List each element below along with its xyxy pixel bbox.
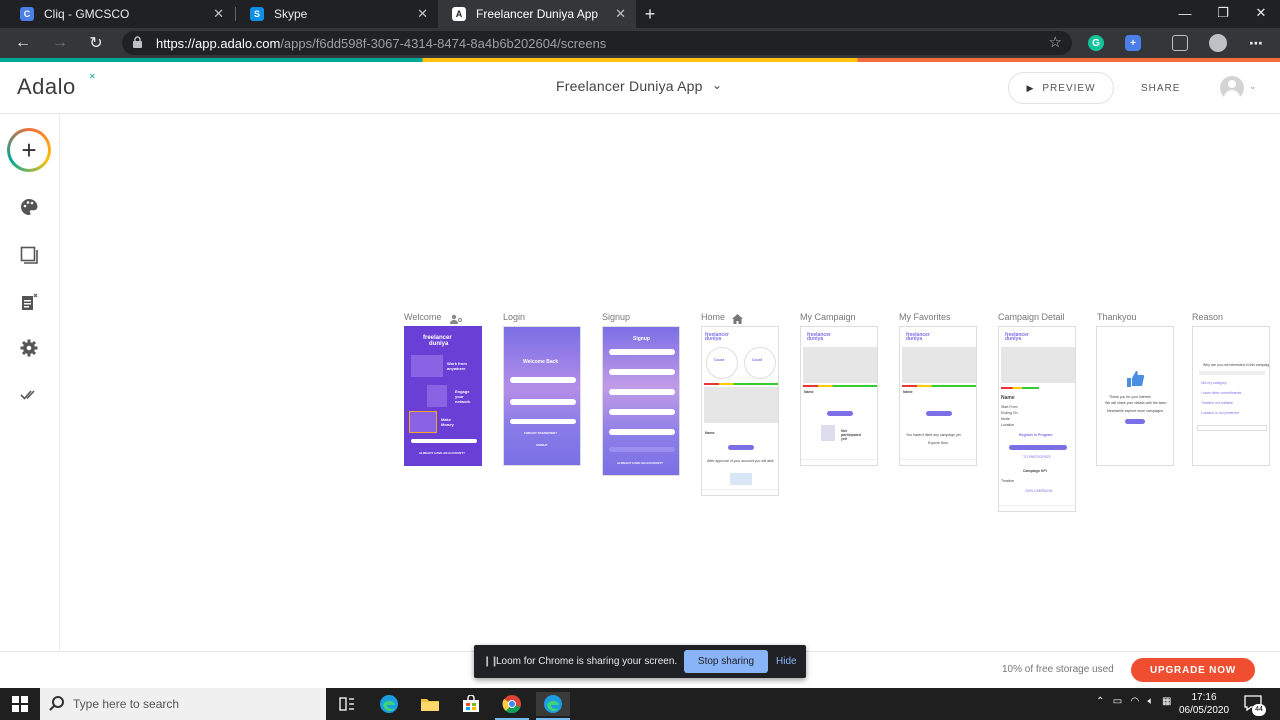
screen-label-welcome[interactable]: Welcome [404, 312, 441, 322]
lock-icon [133, 36, 142, 48]
minimize-icon[interactable]: — [1166, 0, 1204, 26]
upgrade-now-button[interactable]: UPGRADE NOW [1131, 658, 1255, 682]
file-explorer-icon[interactable] [413, 692, 447, 716]
keyboard-icon[interactable]: ▦ [1162, 696, 1171, 707]
screen-signup[interactable]: Signup ALREADY HAVE AN ACCOUNT? [602, 326, 680, 476]
adalo-logo[interactable]: Adalo [17, 74, 76, 100]
tab-title: Skype [274, 7, 308, 21]
play-icon: ▶ [1026, 82, 1035, 93]
screen-label-my-campaign[interactable]: My Campaign [800, 312, 856, 322]
close-tab-icon[interactable]: ✕ [615, 6, 626, 22]
screen-label-thankyou[interactable]: Thankyou [1097, 312, 1137, 322]
screens-canvas[interactable]: Welcome freelancer duniya Work from anyw… [61, 114, 1280, 651]
grammarly-icon[interactable]: G [1088, 35, 1104, 51]
gear-icon[interactable] [18, 337, 40, 359]
user-key-icon [450, 311, 462, 324]
notification-count: 44 [1252, 704, 1266, 716]
avatar[interactable] [1220, 76, 1244, 100]
chevron-down-icon[interactable]: ⌄ [1249, 81, 1257, 92]
task-view-icon[interactable] [330, 692, 364, 716]
add-component-button[interactable]: + [7, 128, 51, 172]
screen-label-reason[interactable]: Reason [1192, 312, 1223, 322]
browser-tab-adalo[interactable]: A Freelancer Duniya App ✕ [438, 0, 636, 28]
collections-icon[interactable] [1172, 35, 1188, 51]
maximize-icon[interactable]: ❐ [1204, 0, 1242, 26]
screen-thankyou[interactable]: Thank you for your interest We will shar… [1096, 326, 1174, 466]
browser-tab-cliq[interactable]: C Cliq - GMCSCO ✕ [6, 0, 234, 28]
preview-button[interactable]: ▶ PREVIEW [1008, 72, 1114, 104]
logo-mark-icon: ✕ [89, 72, 96, 81]
editor-header: Adalo ✕ Freelancer Duniya App ⌄ ▶ PREVIE… [0, 62, 1280, 114]
store-icon[interactable] [454, 692, 488, 716]
reload-icon[interactable]: ↻ [84, 32, 108, 54]
screen-label-campaign-detail[interactable]: Campaign Detail [998, 312, 1065, 322]
screen-home[interactable]: freelancer duniya Count Count Name After … [701, 326, 779, 496]
edge-icon[interactable] [372, 692, 406, 716]
share-button[interactable]: SHARE [1141, 83, 1180, 94]
profile-icon[interactable] [1209, 34, 1227, 52]
chrome-icon[interactable] [495, 692, 529, 720]
preview-label: PREVIEW [1042, 82, 1096, 94]
cliq-icon: C [20, 7, 34, 21]
thumbs-up-icon [1125, 369, 1145, 389]
browser-tab-strip: C Cliq - GMCSCO ✕ S Skype ✕ A Freelancer… [0, 0, 1280, 28]
back-icon[interactable]: ← [11, 32, 35, 54]
screens-icon[interactable] [18, 244, 40, 266]
screen-my-campaign[interactable]: freelancer duniya Name Not participated y… [800, 326, 878, 466]
palette-icon[interactable] [18, 196, 40, 218]
tab-title: Freelancer Duniya App [476, 7, 599, 21]
publish-check-icon[interactable] [18, 383, 40, 405]
wifi-icon[interactable]: ◠ [1131, 696, 1140, 707]
url-path: /apps/f6dd598f-3067-4314-8474-8a4b6b2026… [280, 36, 607, 51]
bookmark-star-icon[interactable]: ☆ [1049, 33, 1062, 51]
app-title[interactable]: Freelancer Duniya App [556, 78, 703, 94]
chevron-down-icon[interactable]: ⌄ [712, 78, 722, 92]
loom-message: Loom for Chrome is sharing your screen. [496, 656, 678, 667]
edge-active-icon[interactable] [536, 692, 570, 720]
window-close-icon[interactable]: ✕ [1242, 0, 1280, 26]
screen-label-signup[interactable]: Signup [602, 312, 630, 322]
screen-label-login[interactable]: Login [503, 312, 525, 322]
screen-label-my-favorites[interactable]: My Favorites [899, 312, 951, 322]
clock-date: 06/05/2020 [1178, 705, 1230, 716]
system-clock[interactable]: 17:16 06/05/2020 [1176, 691, 1232, 717]
battery-icon[interactable]: ▭ [1113, 696, 1122, 707]
forward-icon[interactable]: → [48, 32, 72, 54]
storage-usage: 10% of free storage used [1002, 664, 1114, 675]
screen-welcome[interactable]: freelancer duniya Work from anywhere Eng… [404, 326, 482, 466]
close-tab-icon[interactable]: ✕ [417, 6, 428, 22]
stop-sharing-button[interactable]: Stop sharing [684, 650, 768, 673]
adalo-icon: A [452, 7, 466, 21]
system-tray[interactable]: ⌃ ▭ ◠ 🔈︎ ▦ [1096, 696, 1171, 707]
close-tab-icon[interactable]: ✕ [213, 6, 224, 22]
screen-my-favorites[interactable]: freelancer duniya Name You haven't liked … [899, 326, 977, 466]
windows-start-icon[interactable] [12, 696, 28, 712]
skype-icon: S [250, 7, 264, 21]
chevron-up-icon[interactable]: ⌃ [1096, 696, 1104, 707]
taskbar-search-input: Type here to search [73, 697, 180, 711]
volume-icon[interactable]: 🔈︎ [1148, 696, 1154, 707]
plus-icon: + [10, 131, 48, 169]
browser-tab-skype[interactable]: S Skype ✕ [236, 0, 438, 28]
screen-label-home[interactable]: Home [701, 312, 725, 322]
screen-campaign-detail[interactable]: freelancer duniya Name Start From Ending … [998, 326, 1076, 512]
url-text: https://app.adalo.com/apps/f6dd598f-3067… [156, 36, 606, 51]
new-tab-icon[interactable]: + [640, 2, 660, 26]
screen-login[interactable]: Welcome Back FORGOT PASSWORD? SIGNUP [503, 326, 581, 466]
screen-reason[interactable]: Why are you not interested in this campa… [1192, 326, 1270, 466]
taskbar-search[interactable]: Type here to search [40, 688, 326, 720]
windows-taskbar: Type here to search ⌃ ▭ ◠ 🔈︎ ▦ 17:16 06/… [0, 688, 1280, 720]
url-host: https://app.adalo.com [156, 36, 281, 51]
clock-time: 17:16 [1191, 692, 1217, 703]
search-icon [52, 696, 64, 708]
menu-dots-icon[interactable]: ⋯ [1248, 35, 1264, 51]
address-bar[interactable]: https://app.adalo.com/apps/f6dd598f-3067… [122, 31, 1072, 55]
browser-toolbar: ← → ↻ https://app.adalo.com/apps/f6dd598… [0, 28, 1280, 58]
hide-button[interactable]: Hide [776, 656, 797, 667]
tab-title: Cliq - GMCSCO [44, 7, 130, 21]
editor-sidebar: + [0, 114, 60, 651]
extension-plus-icon[interactable]: + [1125, 35, 1141, 51]
loom-sharing-bar: ❙❙ Loom for Chrome is sharing your scree… [474, 645, 806, 678]
database-icon[interactable] [18, 291, 40, 313]
